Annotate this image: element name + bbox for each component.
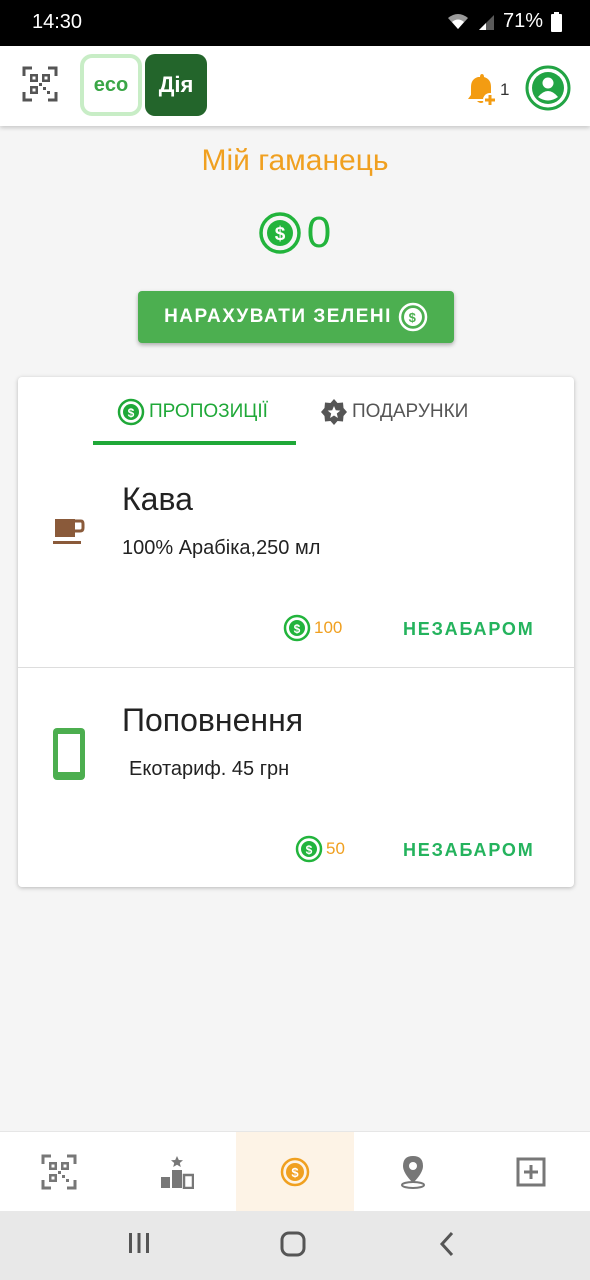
offer-price: $ 50 xyxy=(295,835,345,863)
wifi-icon xyxy=(447,13,468,29)
eco-logo-text: eco xyxy=(93,73,129,96)
accrue-button-label: НАРАХУВАТИ ЗЕЛЕНІ xyxy=(164,306,392,327)
nav-add[interactable] xyxy=(472,1132,590,1212)
nav-map[interactable] xyxy=(354,1132,472,1212)
qr-code-icon xyxy=(22,66,58,102)
nav-leaderboard[interactable] xyxy=(118,1132,236,1212)
offer-price-value: 100 xyxy=(314,618,343,637)
status-indicators: 71% xyxy=(447,10,562,33)
add-box-icon xyxy=(516,1157,546,1187)
offer-title: Поповнення xyxy=(122,702,304,738)
profile-button[interactable] xyxy=(525,65,571,111)
wallet-coin-icon: $ xyxy=(280,1157,310,1187)
status-bar: 14:30 71% xyxy=(0,0,590,46)
nav-qr-scan[interactable] xyxy=(0,1132,118,1212)
battery-icon xyxy=(551,11,562,32)
bottom-navigation: $ xyxy=(0,1131,590,1212)
qr-scan-icon xyxy=(41,1154,77,1190)
offer-item[interactable]: Кава 100% Арабіка,250 мл $ 100 НЕЗАБАРОМ xyxy=(18,447,574,667)
offer-price-value: 50 xyxy=(326,839,345,858)
balance: $ 0 xyxy=(0,208,590,258)
tab-bar: $ ПРОПОЗИЦІЇ ПОДАРУНКИ xyxy=(18,377,574,447)
map-pin-icon xyxy=(401,1156,425,1189)
bell-add-icon xyxy=(468,74,497,107)
coin-icon: $ xyxy=(117,398,145,426)
home-button[interactable] xyxy=(280,1231,306,1262)
diia-logo-text: Дія xyxy=(158,72,194,97)
back-button[interactable] xyxy=(438,1231,456,1262)
coin-icon: $ xyxy=(295,835,323,863)
recent-apps-icon xyxy=(129,1233,149,1253)
active-tab-indicator xyxy=(93,441,296,445)
wallet-title: Мій гаманець xyxy=(201,144,389,177)
offer-status-button[interactable]: НЕЗАБАРОМ xyxy=(403,840,535,861)
offer-price: $ 100 xyxy=(283,614,342,642)
status-time: 14:30 xyxy=(32,11,83,33)
back-icon xyxy=(439,1231,454,1257)
app-header: eco Дія 1 xyxy=(0,46,590,126)
accrue-green-button[interactable]: НАРАХУВАТИ ЗЕЛЕНІ $ xyxy=(138,291,454,343)
nav-wallet[interactable]: $ xyxy=(236,1132,354,1212)
svg-text:$: $ xyxy=(306,843,313,857)
battery-percent: 71% xyxy=(502,10,543,32)
signal-icon xyxy=(478,14,494,30)
svg-text:$: $ xyxy=(274,224,285,245)
offer-title: Кава xyxy=(122,481,193,517)
home-icon xyxy=(280,1231,306,1257)
diia-logo: Дія xyxy=(145,54,207,116)
offer-status-button[interactable]: НЕЗАБАРОМ xyxy=(403,619,535,640)
tab-gifts-label: ПОДАРУНКИ xyxy=(352,401,469,422)
coffee-icon xyxy=(53,517,85,552)
coin-icon: $ xyxy=(398,302,428,332)
tab-offers[interactable]: $ ПРОПОЗИЦІЇ xyxy=(117,377,268,447)
svg-text:$: $ xyxy=(294,622,301,636)
tab-gifts[interactable]: ПОДАРУНКИ xyxy=(320,377,468,447)
svg-text:$: $ xyxy=(409,310,418,325)
svg-text:$: $ xyxy=(291,1165,299,1180)
coin-icon: $ xyxy=(259,212,301,254)
badge-star-icon xyxy=(321,399,347,425)
notifications-button[interactable] xyxy=(466,74,498,108)
offers-card: $ ПРОПОЗИЦІЇ ПОДАРУНКИ Кава 100% Арабіка… xyxy=(18,377,574,887)
svg-text:$: $ xyxy=(128,406,135,420)
offer-description: Екотариф. 45 грн xyxy=(129,758,290,780)
notification-count: 1 xyxy=(500,80,510,99)
eco-logo: eco xyxy=(80,54,142,116)
balance-value: 0 xyxy=(306,208,332,257)
system-navigation-bar xyxy=(0,1211,590,1280)
recent-apps-button[interactable] xyxy=(128,1231,150,1260)
offer-description: 100% Арабіка,250 мл xyxy=(122,537,321,559)
qr-code-button[interactable] xyxy=(22,66,58,102)
coin-icon: $ xyxy=(283,614,311,642)
account-circle-icon xyxy=(525,65,571,111)
offer-item[interactable]: Поповнення Екотариф. 45 грн $ 50 НЕЗАБАР… xyxy=(18,667,574,887)
phone-icon xyxy=(51,726,87,787)
leaderboard-icon xyxy=(161,1156,194,1189)
tab-offers-label: ПРОПОЗИЦІЇ xyxy=(149,401,268,422)
